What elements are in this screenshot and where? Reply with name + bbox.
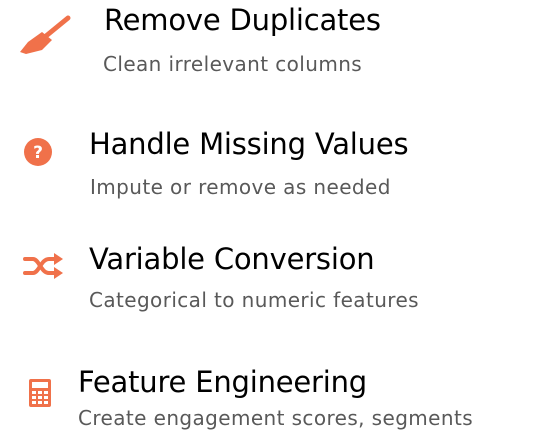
step-subtitle: Create engagement scores, segments	[78, 406, 474, 430]
svg-text:?: ?	[33, 143, 43, 163]
calculator-icon	[29, 379, 51, 407]
shuffle-icon	[23, 253, 63, 279]
step-title: Feature Engineering	[78, 365, 368, 399]
broom-icon	[20, 15, 71, 54]
step-title: Handle Missing Values	[89, 127, 409, 161]
step-subtitle: Impute or remove as needed	[90, 175, 391, 199]
step-subtitle: Clean irrelevant columns	[103, 52, 363, 76]
question-circle-icon: ?	[24, 138, 52, 166]
step-title: Remove Duplicates	[104, 3, 381, 37]
step-title: Variable Conversion	[89, 242, 375, 276]
step-subtitle: Categorical to numeric features	[89, 288, 419, 312]
